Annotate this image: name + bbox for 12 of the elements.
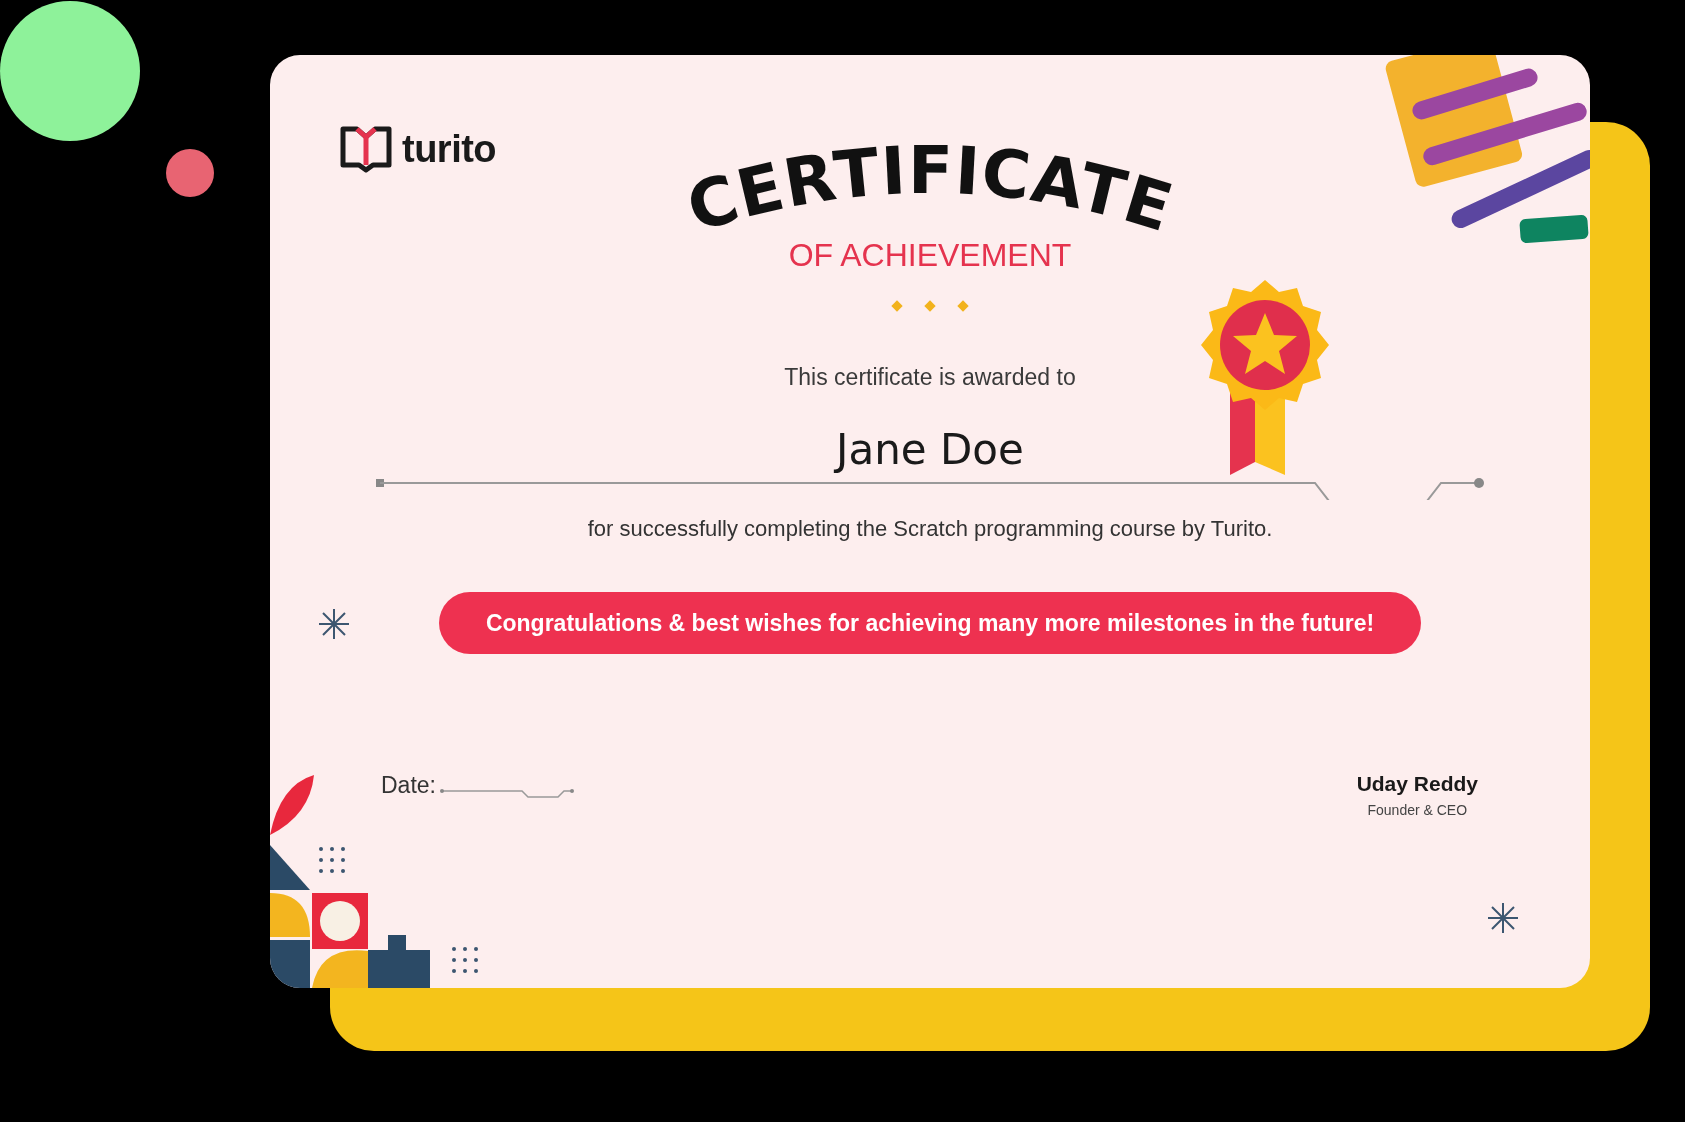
book-icon: [340, 125, 392, 173]
signer-title: Founder & CEO: [1367, 802, 1468, 818]
award-intro: This certificate is awarded to: [784, 364, 1076, 391]
dot-grid-icon: [450, 945, 480, 975]
date-label: Date:: [381, 772, 436, 799]
congratulations-banner: Congratulations & best wishes for achieving many more milestones in the future!: [439, 592, 1421, 654]
completion-description: for successfully completing the Scratch programming course by Turito.: [587, 516, 1273, 542]
asterisk-icon: [1486, 901, 1520, 935]
signer-name: Uday Reddy: [1356, 772, 1478, 796]
logo-wordmark: turito: [402, 127, 497, 171]
asterisk-icon: [317, 607, 351, 641]
dot-grid-icon: [317, 845, 347, 875]
